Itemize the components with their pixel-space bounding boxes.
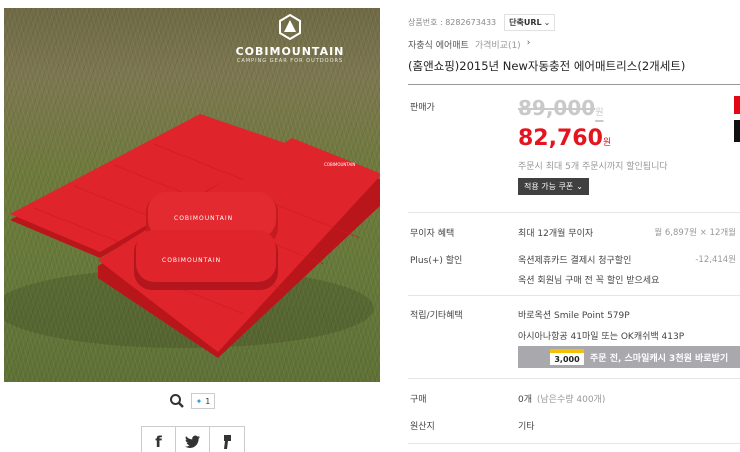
sale-price-value: 82,760 (518, 126, 603, 151)
chevron-down-icon: ⌄ (576, 182, 583, 191)
coupon-button-label: 적용 가능 쿠폰 (524, 182, 574, 191)
origin-label: 원산지 (410, 422, 435, 432)
original-price: 89,000원 (518, 96, 603, 120)
photo-toolbar: ✦ 1 (4, 390, 380, 412)
applicable-coupon-button[interactable]: 적용 가능 쿠폰 ⌄ (518, 178, 589, 195)
installment-amount: 월 6,897원 × 12개월 (654, 228, 736, 238)
product-photo[interactable]: COBIMOUNTAIN COBIMOUNTAIN COBIMOUNTAIN C… (4, 8, 380, 382)
category-row: 자충식 에어매트 가격비교(1) › (408, 38, 530, 51)
short-url-button[interactable]: 단축URL ⌄ (504, 14, 556, 31)
divider (408, 295, 740, 296)
brand-tagline: CAMPING GEAR FOR OUTDOORS (236, 58, 344, 64)
product-title: (홈앤쇼핑)2015년 New자동충전 에어매트리스(2개세트) (408, 59, 686, 73)
brand-wordmark: COBIMOUNTAIN (235, 45, 345, 58)
twitter-bird-icon (184, 435, 200, 448)
category-link[interactable]: 자충식 에어매트 (408, 38, 469, 51)
buy-count-row: 0개 (남은수량 400개) (518, 392, 605, 405)
smile-cash-amount: 3,000 (550, 349, 584, 365)
short-url-label: 단축URL (509, 18, 542, 27)
kakao-story-share-button[interactable] (210, 427, 244, 452)
product-code-row: 상품번호 : 8282673433 단축URL ⌄ (408, 14, 556, 31)
chevron-down-icon: ⌄ (543, 18, 551, 27)
original-price-value: 89,000 (518, 96, 596, 120)
buy-label: 구매 (410, 395, 427, 405)
like-count: 1 (205, 396, 211, 406)
side-badge-red (734, 96, 740, 114)
plus-discount-amount: -12,414원 (695, 255, 736, 265)
divider (408, 443, 740, 444)
svg-text:COBIMOUNTAIN: COBIMOUNTAIN (162, 257, 221, 264)
installment-value[interactable]: 최대 12개월 무이자 (518, 226, 593, 239)
divider (408, 212, 740, 213)
smile-point: 바로옥션 Smile Point 579P (518, 311, 630, 321)
won-unit: 원 (602, 138, 612, 148)
points-label: 적립/기타혜택 (410, 311, 463, 321)
side-badge-dark (734, 120, 740, 142)
story-icon (224, 435, 231, 449)
origin-value: 기타 (518, 422, 535, 432)
smile-cash-banner[interactable]: 3,000 주문 전, 스마일캐시 3천원 바로받기 (518, 346, 740, 368)
divider (408, 84, 740, 85)
discount-note: 주문시 최대 5개 주문시까지 할인됩니다 (518, 162, 668, 172)
divider (408, 378, 740, 379)
magnifier-icon[interactable] (169, 393, 185, 409)
twitter-share-button[interactable] (176, 427, 210, 452)
sale-price: 82,760원 (518, 126, 611, 151)
facebook-icon: f (155, 433, 162, 451)
plus-discount-label: Plus(+) 할인 (410, 256, 463, 266)
plus-discount-note: 옥션 회원님 구매 전 꼭 할인 받으세요 (518, 276, 660, 286)
product-code: 상품번호 : 8282673433 (408, 18, 497, 27)
mountain-hexagon-icon (279, 13, 301, 41)
installment-label: 무이자 혜택 (410, 229, 455, 239)
won-unit: 원 (595, 108, 604, 118)
facebook-share-button[interactable]: f (142, 427, 176, 452)
smile-cash-text: 주문 전, 스마일캐시 3천원 바로받기 (590, 353, 729, 364)
brand-logo: COBIMOUNTAIN CAMPING GEAR FOR OUTDOORS (216, 13, 364, 72)
remaining-stock: (남은수량 400개) (536, 395, 606, 405)
mileage-point: 아시아나항공 41마일 또는 OK캐쉬백 413P (518, 332, 685, 342)
svg-text:COBIMOUNTAIN: COBIMOUNTAIN (174, 215, 233, 222)
svg-text:COBIMOUNTAIN: COBIMOUNTAIN (324, 162, 355, 167)
buy-count: 0개 (518, 395, 533, 405)
like-button[interactable]: ✦ 1 (190, 393, 216, 409)
plus-icon: ✦ (195, 396, 203, 406)
price-label: 판매가 (410, 103, 435, 113)
chevron-right-icon: › (526, 38, 531, 48)
share-bar: f (141, 426, 245, 452)
plus-discount-value[interactable]: 옥션제휴카드 결제시 청구할인 (518, 253, 631, 266)
price-compare-link[interactable]: 가격비교(1) (475, 38, 521, 51)
